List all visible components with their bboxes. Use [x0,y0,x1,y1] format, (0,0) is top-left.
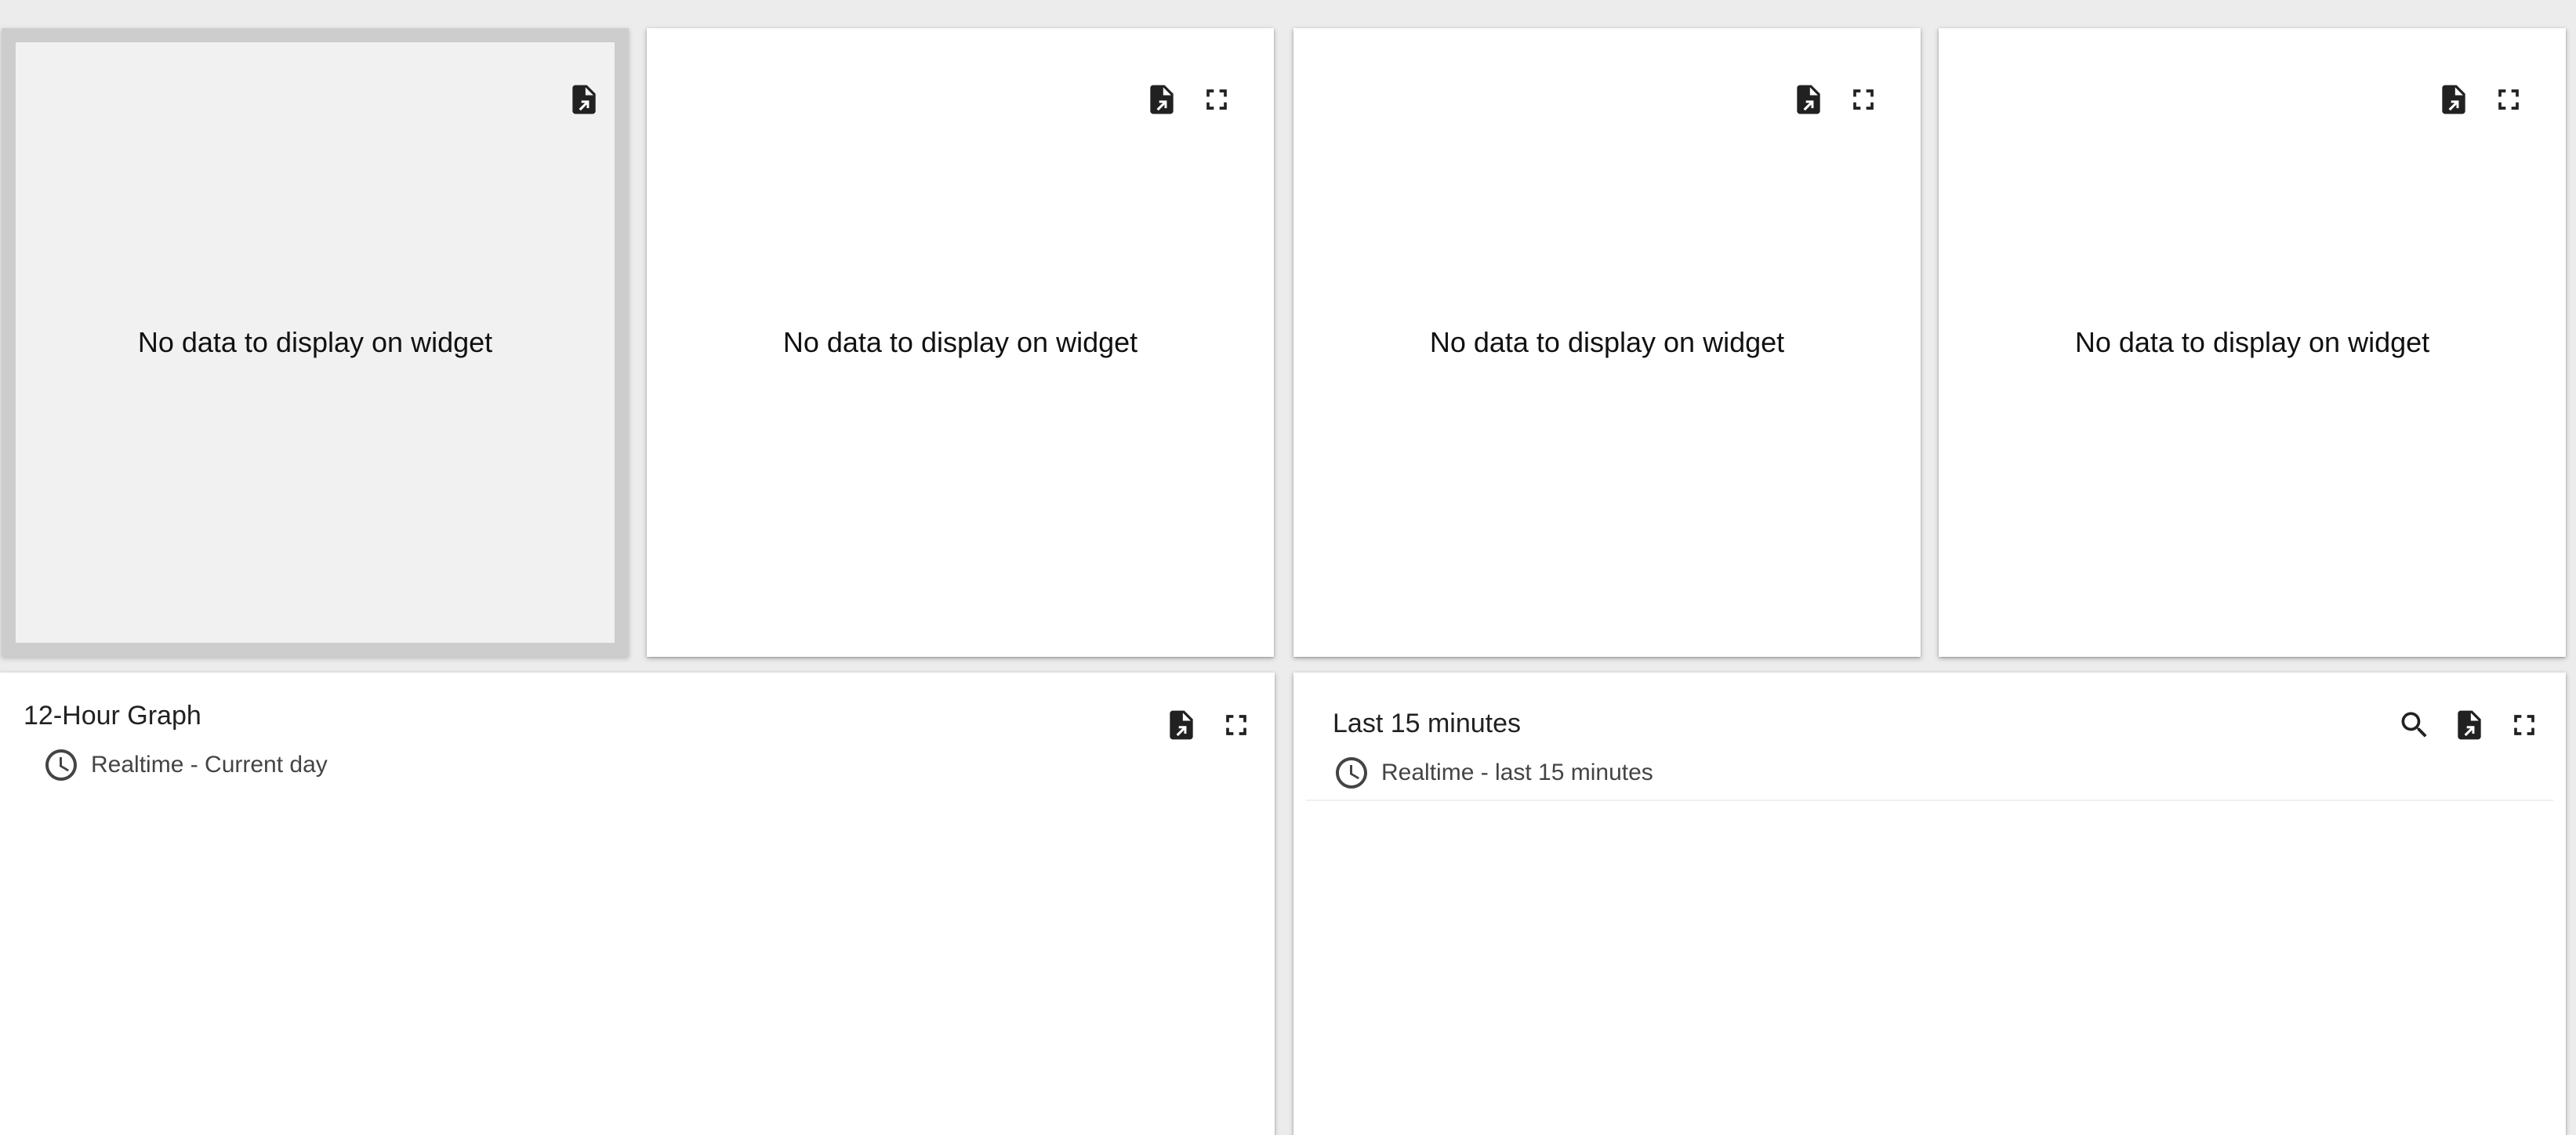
widget-last-15-minutes[interactable]: Last 15 minutes Realtime - last 15 minut… [1293,673,2566,1135]
widget-2[interactable]: No data to display on widget [647,28,1274,657]
export-button[interactable] [1791,82,1827,118]
widget-title: 12-Hour Graph [24,701,201,731]
fullscreen-button[interactable] [1845,82,1881,118]
no-data-message: No data to display on widget [1429,326,1785,358]
file-export-icon [1170,710,1193,740]
widget-3[interactable]: No data to display on widget [1293,28,1921,657]
export-button[interactable] [2451,707,2487,743]
widget-title: Last 15 minutes [1333,709,1522,738]
widget-toolbar [1791,82,1881,118]
fullscreen-button[interactable] [1199,82,1235,118]
no-data-message: No data to display on widget [2074,326,2430,358]
export-button[interactable] [1163,707,1199,743]
widget-4[interactable]: No data to display on widget [1939,28,2566,657]
fullscreen-button[interactable] [2506,707,2542,743]
timewindow-text: Realtime - Current day [91,752,328,778]
file-export-icon [1150,85,1174,114]
timewindow-label[interactable]: Realtime - Current day [42,746,328,784]
file-export-icon [2442,85,2465,114]
widget-12-hour-graph[interactable]: 12-Hour Graph Realtime - Current day [0,673,1275,1135]
fullscreen-icon [1226,715,1246,735]
widget-toolbar [2436,82,2527,118]
fullscreen-button[interactable] [1218,707,1254,743]
export-button[interactable] [566,82,602,118]
timewindow-text: Realtime - last 15 minutes [1381,760,1653,785]
export-button[interactable] [1144,82,1180,118]
file-export-icon [1797,85,1820,114]
no-data-message: No data to display on widget [782,326,1138,358]
dashboard: No data to display on widget No data to … [0,0,2576,1135]
fullscreen-icon [1206,89,1227,110]
timewindow-label[interactable]: Realtime - last 15 minutes [1333,754,1653,792]
fullscreen-icon [2514,715,2534,735]
search-icon [2401,712,2427,738]
fullscreen-icon [2498,89,2519,110]
search-button[interactable] [2396,707,2433,743]
header-divider [1306,800,2553,801]
widget-toolbar [1163,707,1254,743]
fullscreen-button[interactable] [2491,82,2527,118]
export-button[interactable] [2436,82,2472,118]
file-export-icon [2458,710,2481,740]
widget-toolbar [2396,707,2542,743]
clock-icon [1336,757,1367,789]
widget-toolbar [1144,82,1235,118]
no-data-message: No data to display on widget [137,326,493,358]
fullscreen-icon [1853,89,1874,110]
file-export-icon [572,85,596,114]
widget-1[interactable]: No data to display on widget [2,28,629,657]
widget-toolbar [566,82,602,118]
clock-icon [45,749,77,781]
